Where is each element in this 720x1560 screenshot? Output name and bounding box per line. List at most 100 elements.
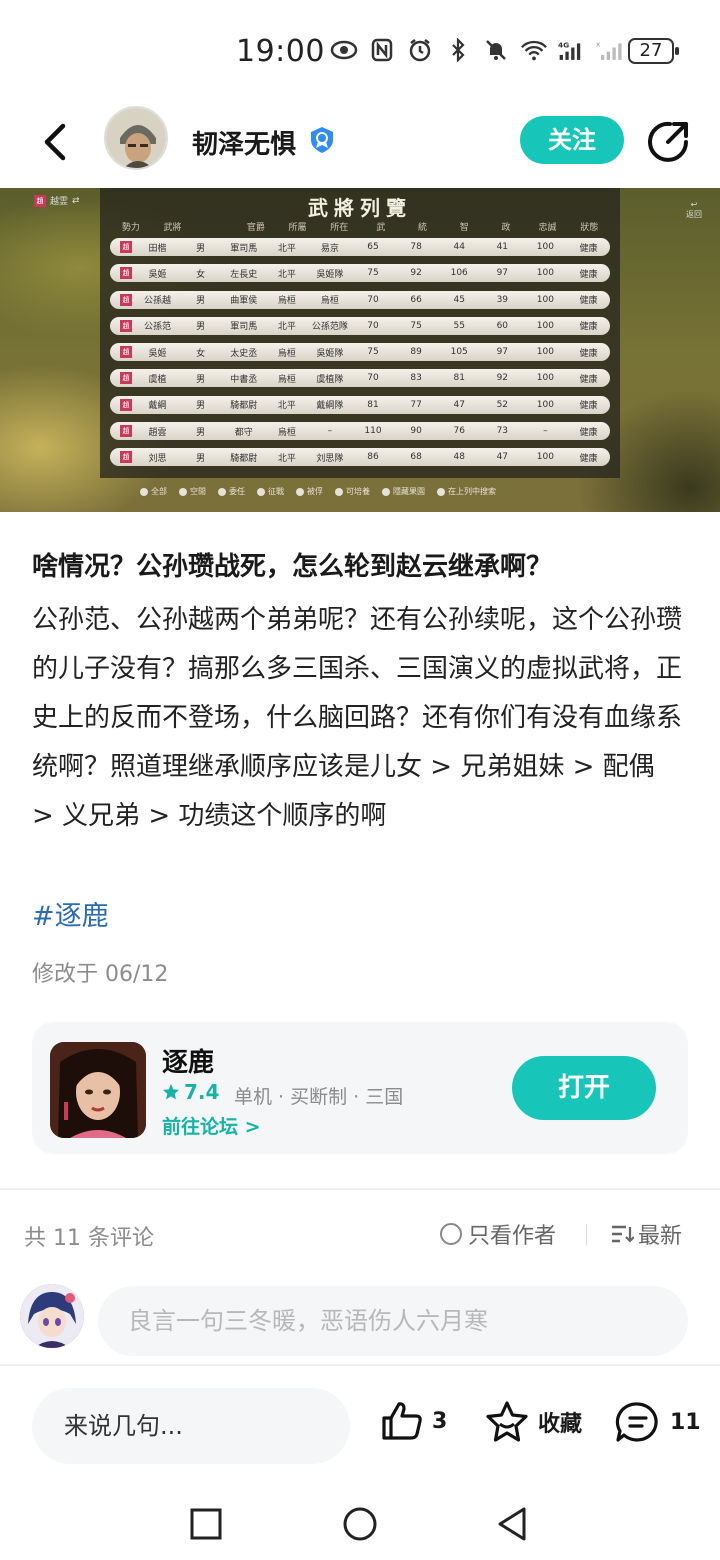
panel-cell: 75 bbox=[410, 320, 422, 331]
panel-cell: 100 bbox=[536, 347, 554, 358]
panel-row: 趙 趙雲 男 都守 烏桓 – 110 90 76 73 – 健康 bbox=[110, 422, 610, 441]
panel-cell: 健康 bbox=[579, 348, 598, 359]
general-list-panel: 武將列覽 勢力 武將 官爵 所屬 所在武統智政忠誠 狀態 趙田楷男軍司馬 北平 易京 65 78 4… bbox=[100, 188, 620, 478]
panel-cell: 女 bbox=[196, 348, 206, 359]
game-card[interactable]: 逐鹿 7.4 单机 · 买断制 · 三国 前往论坛 > 打开 bbox=[32, 1022, 688, 1154]
row-faction-tag: 趙 bbox=[120, 241, 132, 253]
filter-bar: 全部 空閒 委任 征戰 被俘 可培養 隱藏果園 在上列中搜索 bbox=[140, 486, 496, 497]
panel-cell: 健康 bbox=[579, 243, 598, 254]
panel-cell: 39 bbox=[496, 294, 509, 305]
author-name[interactable]: 韧泽无惧 bbox=[192, 124, 296, 161]
panel-cell: 男 bbox=[196, 296, 206, 307]
panel-cell: 83 bbox=[410, 373, 422, 384]
panel-cell: 北平 bbox=[277, 269, 296, 280]
panel-cell: 戴綱 bbox=[148, 401, 167, 412]
panel-cell: 89 bbox=[410, 347, 422, 358]
row-faction-tag: 趙 bbox=[120, 319, 132, 332]
status-time: 19:00 bbox=[236, 34, 325, 69]
post-image[interactable]: 趙 越霊 ⇄ 武將列覽 勢力 武將 官爵 所屬 所在武統智政忠誠 狀態 趙田楷男軍司馬 北平… bbox=[0, 188, 720, 512]
wifi-icon bbox=[520, 36, 548, 64]
return-icon: ↩ bbox=[690, 200, 698, 209]
game-icon[interactable] bbox=[50, 1042, 146, 1138]
alarm-icon bbox=[406, 36, 434, 64]
post-hashtag[interactable]: #逐鹿 bbox=[32, 894, 109, 933]
panel-title: 武將列覽 bbox=[308, 196, 412, 220]
collect-button[interactable]: 收藏 bbox=[484, 1400, 582, 1444]
panel-cell: 吳姬隊 bbox=[316, 269, 344, 280]
panel-cell: – bbox=[327, 426, 333, 437]
status-icons: 4G x bbox=[330, 36, 624, 64]
radio-dot-icon bbox=[218, 487, 226, 496]
comment-button[interactable]: 11 bbox=[614, 1400, 701, 1444]
post-body: 公孙范、公孙越两个弟弟呢？还有公孙续呢，这个公孙瓒的儿子没有？搞那么多三国杀、三… bbox=[32, 605, 683, 831]
panel-cell: 北平 bbox=[277, 453, 296, 464]
back-button[interactable] bbox=[34, 120, 74, 164]
game-name[interactable]: 逐鹿 bbox=[162, 1042, 214, 1079]
follow-button[interactable]: 关注 bbox=[520, 116, 624, 164]
panel-cell: 70 bbox=[367, 294, 379, 305]
svg-text:4G: 4G bbox=[558, 41, 569, 50]
radio-circle-icon bbox=[440, 1223, 462, 1245]
bottom-action-bar: 来说几句... 3 收藏 11 bbox=[0, 1364, 720, 1484]
post-header: 韧泽无惧 关注 bbox=[0, 100, 720, 184]
filter-option: 全部 bbox=[140, 486, 167, 497]
panel-cell: 97 bbox=[496, 347, 509, 358]
share-button[interactable] bbox=[646, 120, 690, 164]
panel-cell: 70 bbox=[367, 320, 379, 331]
eye-icon bbox=[330, 36, 358, 64]
filter-option: 委任 bbox=[218, 486, 245, 497]
signal-4g-icon: 4G bbox=[558, 36, 586, 64]
nav-back-button[interactable] bbox=[492, 1504, 532, 1544]
panel-cell: 100 bbox=[536, 399, 554, 410]
panel-row: 趙 田楷 男 軍司馬 北平 易京 65 78 44 41 100 健康 bbox=[110, 238, 610, 256]
sort-toggle[interactable]: 最新 bbox=[610, 1218, 682, 1250]
author-only-toggle[interactable]: 只看作者 bbox=[440, 1218, 556, 1250]
like-button[interactable]: 3 bbox=[380, 1400, 447, 1442]
filter-label: 征戰 bbox=[268, 487, 284, 496]
panel-row: 趙 戴綱 男 騎都尉 北平 戴綱隊 81 77 47 52 100 健康 bbox=[110, 395, 610, 414]
filter-option: 隱藏果園 bbox=[382, 486, 425, 497]
recents-button[interactable] bbox=[186, 1504, 226, 1544]
swap-icon: ⇄ bbox=[72, 195, 80, 206]
panel-cell: 健康 bbox=[579, 453, 598, 464]
author-only-label: 只看作者 bbox=[468, 1224, 557, 1249]
panel-cell: 烏桓 bbox=[277, 427, 296, 438]
svg-text:x: x bbox=[596, 40, 601, 49]
panel-cell: 中書丞 bbox=[230, 374, 258, 385]
panel-cell: 90 bbox=[410, 426, 422, 437]
faction-indicator: 趙 越霊 ⇄ bbox=[34, 194, 80, 207]
faction-tag: 趙 bbox=[34, 194, 46, 207]
mute-icon bbox=[482, 36, 510, 64]
panel-cell: 騎都尉 bbox=[230, 453, 258, 464]
panel-cell: 55 bbox=[453, 320, 465, 331]
panel-cell: 太史丞 bbox=[230, 348, 258, 359]
panel-cell: 75 bbox=[367, 347, 379, 358]
collect-label: 收藏 bbox=[538, 1412, 583, 1437]
panel-cell: 75 bbox=[367, 268, 379, 279]
panel-column-header: 統 bbox=[418, 223, 428, 233]
panel-column-header: 武將 bbox=[163, 223, 182, 233]
panel-cell: 男 bbox=[196, 453, 206, 464]
panel-cell: 北平 bbox=[277, 401, 296, 412]
panel-cell: 烏桓 bbox=[277, 296, 296, 307]
home-button[interactable] bbox=[340, 1504, 380, 1544]
square-icon bbox=[190, 1508, 222, 1540]
panel-cell: 男 bbox=[196, 401, 206, 412]
like-count: 3 bbox=[432, 1408, 448, 1434]
radio-dot-icon bbox=[335, 487, 343, 496]
panel-cell: 60 bbox=[496, 320, 509, 331]
author-avatar[interactable] bbox=[104, 106, 168, 170]
forum-link[interactable]: 前往论坛 > bbox=[162, 1112, 261, 1139]
panel-cell: 65 bbox=[367, 242, 379, 252]
filter-label: 空閒 bbox=[190, 487, 206, 496]
panel-cell: 92 bbox=[496, 373, 509, 384]
system-nav-bar bbox=[0, 1490, 720, 1560]
panel-column-header: 政 bbox=[501, 223, 511, 233]
panel-cell: 76 bbox=[453, 426, 465, 437]
comment-input[interactable]: 良言一句三冬暖，恶语伤人六月寒 bbox=[98, 1286, 688, 1356]
open-game-button[interactable]: 打开 bbox=[512, 1056, 656, 1120]
filter-option: 在上列中搜索 bbox=[437, 486, 496, 497]
say-input[interactable]: 来说几句... bbox=[32, 1388, 350, 1464]
return-label: 返回 bbox=[686, 210, 702, 219]
my-avatar bbox=[20, 1284, 84, 1348]
